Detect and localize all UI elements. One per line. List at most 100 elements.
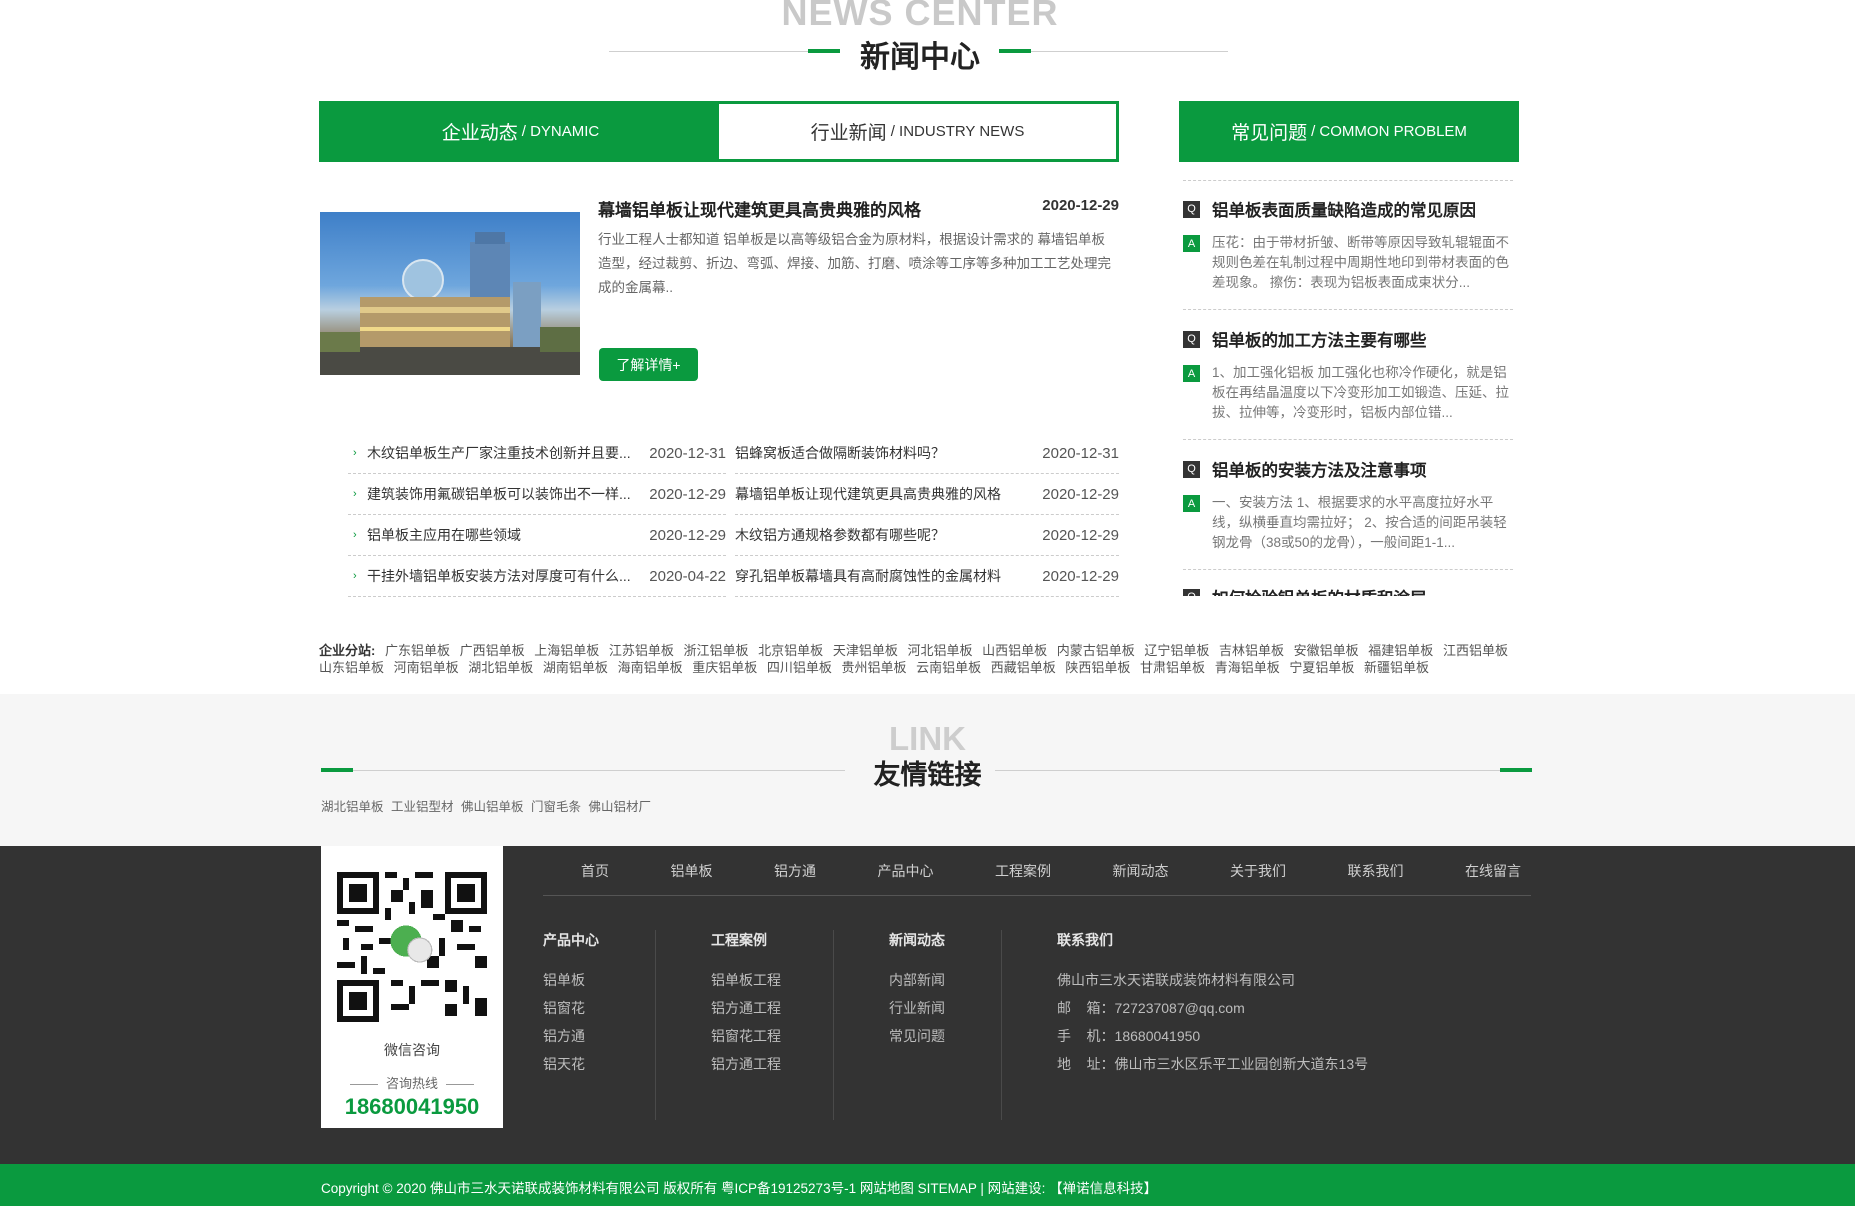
branch-link[interactable]: 河南铝单板: [394, 660, 459, 675]
list-item-date: 2020-12-29: [649, 485, 726, 503]
list-item[interactable]: 木纹铝方通规格参数都有哪些呢？ 2020-12-29: [735, 515, 1119, 556]
branch-link[interactable]: 西藏铝单板: [991, 660, 1056, 675]
footer-link[interactable]: 铝单板: [543, 966, 599, 994]
branch-link[interactable]: 贵州铝单板: [841, 660, 906, 675]
footer-nav-item[interactable]: 产品中心: [878, 861, 934, 881]
faq-answer: 压花：由于带材折皱、断带等原因导致轧辊辊面不规则色差在轧制过程中周期性地印到带材…: [1212, 235, 1509, 290]
branch-link[interactable]: 重庆铝单板: [692, 660, 757, 675]
branch-link[interactable]: 河北铝单板: [907, 643, 972, 658]
footer-link[interactable]: 铝窗花工程: [711, 1022, 781, 1050]
faq-question: 铝单板表面质量缺陷造成的常见原因: [1212, 202, 1476, 220]
footer-col-title[interactable]: 联系我们: [1057, 930, 1368, 950]
footer-col-title[interactable]: 产品中心: [543, 930, 599, 950]
faq-item[interactable]: Q 如何检验铝单板的材质和涂层: [1183, 586, 1513, 596]
arrow-icon: ›: [353, 447, 357, 459]
branch-link[interactable]: 山东铝单板: [319, 660, 384, 675]
tab-label: 企业动态: [441, 123, 518, 144]
question-icon: Q: [1183, 588, 1200, 596]
branch-link[interactable]: 云南铝单板: [916, 660, 981, 675]
branch-link[interactable]: 江西铝单板: [1443, 643, 1508, 658]
branch-link[interactable]: 内蒙古铝单板: [1057, 643, 1135, 658]
branch-link[interactable]: 山西铝单板: [982, 643, 1047, 658]
branch-link[interactable]: 北京铝单板: [758, 643, 823, 658]
tab-label: 行业新闻: [810, 123, 887, 144]
friend-link[interactable]: 佛山铝单板: [461, 800, 524, 814]
footer-nav-item[interactable]: 铝方通: [774, 861, 816, 881]
list-item[interactable]: › 木纹铝单板生产厂家注重技术创新并且要... 2020-12-31: [348, 433, 726, 474]
list-item[interactable]: › 干挂外墙铝单板安装方法对厚度可有什么... 2020-04-22: [348, 556, 726, 597]
branch-link[interactable]: 海南铝单板: [618, 660, 683, 675]
faq-item[interactable]: Q 铝单板的加工方法主要有哪些 A 1、加工强化铝板 加工强化也称冷作硬化，就是铝板…: [1183, 326, 1513, 423]
branch-link[interactable]: 广东铝单板: [385, 643, 450, 658]
hotline-number[interactable]: 18680041950: [321, 1094, 503, 1120]
divider-accent: [1500, 768, 1532, 772]
copyright-text: Copyright © 2020 佛山市三水天诺联成装饰材料有限公司 版权所有 …: [321, 1181, 1158, 1196]
list-item-date: 2020-12-29: [1042, 485, 1119, 503]
page: NEWS CENTER 新闻中心 企业动态 / DYNAMIC 行业新闻 / I…: [0, 0, 1855, 1206]
list-item[interactable]: 穿孔铝单板幕墙具有高耐腐蚀性的金属材料 2020-12-29: [735, 556, 1119, 597]
footer-link[interactable]: 铝单板工程: [711, 966, 781, 994]
branch-link[interactable]: 广西铝单板: [460, 643, 525, 658]
friend-link[interactable]: 湖北铝单板: [321, 800, 384, 814]
list-item[interactable]: 幕墙铝单板让现代建筑更具高贵典雅的风格 2020-12-29: [735, 474, 1119, 515]
tab-industry-news[interactable]: 行业新闻 / INDUSTRY NEWS: [719, 104, 1116, 159]
faq-item[interactable]: Q 铝单板的安装方法及注意事项 A 一、安装方法 1、根据要求的水平高度拉好水平线，…: [1183, 456, 1513, 553]
footer-nav-item[interactable]: 关于我们: [1230, 861, 1286, 881]
friend-link[interactable]: 佛山铝材厂: [589, 800, 652, 814]
list-item-date: 2020-12-31: [649, 444, 726, 462]
footer-link[interactable]: 铝天花: [543, 1050, 599, 1078]
read-more-button[interactable]: 了解详情+: [599, 348, 698, 381]
branch-link[interactable]: 四川铝单板: [767, 660, 832, 675]
footer-col-title[interactable]: 工程案例: [711, 930, 781, 950]
faq-answer: 1、加工强化铝板 加工强化也称冷作硬化，就是铝板在再结晶温度以下冷变形加工如锻造…: [1212, 365, 1509, 420]
tab-dynamic[interactable]: 企业动态 / DYNAMIC: [322, 104, 719, 159]
footer-link[interactable]: 铝方通: [543, 1022, 599, 1050]
footer-nav-item[interactable]: 新闻动态: [1113, 861, 1169, 881]
branch-link[interactable]: 福建铝单板: [1368, 643, 1433, 658]
divider: [655, 930, 656, 1120]
footer-link[interactable]: 行业新闻: [889, 994, 945, 1022]
branch-link[interactable]: 湖南铝单板: [543, 660, 608, 675]
divider: [1031, 51, 1228, 52]
faq-question: 铝单板的加工方法主要有哪些: [1212, 332, 1427, 350]
branch-link[interactable]: 上海铝单板: [534, 643, 599, 658]
footer-link[interactable]: 常见问题: [889, 1022, 945, 1050]
footer-link[interactable]: 铝方通工程: [711, 994, 781, 1022]
divider-accent: [321, 768, 353, 772]
footer-nav-item[interactable]: 工程案例: [995, 861, 1051, 881]
branch-link[interactable]: 甘肃铝单板: [1140, 660, 1205, 675]
branch-link[interactable]: 江苏铝单板: [609, 643, 674, 658]
branch-link[interactable]: 青海铝单板: [1215, 660, 1280, 675]
branch-link[interactable]: 浙江铝单板: [684, 643, 749, 658]
footer-link[interactable]: 铝窗花: [543, 994, 599, 1022]
featured-image[interactable]: [320, 212, 580, 375]
arrow-icon: ›: [353, 570, 357, 582]
branch-link[interactable]: 新疆铝单板: [1364, 660, 1429, 675]
branch-link[interactable]: 陕西铝单板: [1065, 660, 1130, 675]
faq-item[interactable]: Q 铝单板表面质量缺陷造成的常见原因 A 压花：由于带材折皱、断带等原因导致轧辊辊面…: [1183, 196, 1513, 293]
footer-nav-item[interactable]: 首页: [581, 861, 609, 881]
faq-answer: 一、安装方法 1、根据要求的水平高度拉好水平线，纵横垂直均需拉好； 2、按合适的…: [1212, 495, 1507, 550]
footer-link[interactable]: 内部新闻: [889, 966, 945, 994]
list-item[interactable]: 铝蜂窝板适合做隔断装饰材料吗？ 2020-12-31: [735, 433, 1119, 474]
list-item-title: 铝蜂窝板适合做隔断装饰材料吗？: [735, 445, 945, 461]
branch-link[interactable]: 天津铝单板: [833, 643, 898, 658]
branch-link[interactable]: 辽宁铝单板: [1144, 643, 1209, 658]
friend-link[interactable]: 工业铝型材: [391, 800, 454, 814]
footer-nav-item[interactable]: 联系我们: [1348, 861, 1404, 881]
faq-header[interactable]: 常见问题 / COMMON PROBLEM: [1179, 101, 1519, 162]
friend-link[interactable]: 门窗毛条: [531, 800, 581, 814]
divider: [833, 930, 834, 1120]
branch-link[interactable]: 湖北铝单板: [468, 660, 533, 675]
branch-link[interactable]: 吉林铝单板: [1219, 643, 1284, 658]
list-item[interactable]: › 铝单板主应用在哪些领域 2020-12-29: [348, 515, 726, 556]
list-item[interactable]: › 建筑装饰用氟碳铝单板可以装饰出不一样... 2020-12-29: [348, 474, 726, 515]
featured-title[interactable]: 幕墙铝单板让现代建筑更具高贵典雅的风格: [598, 196, 1018, 221]
branch-link[interactable]: 宁夏铝单板: [1289, 660, 1354, 675]
footer-col-title[interactable]: 新闻动态: [889, 930, 945, 950]
divider: [995, 770, 1501, 771]
branch-link[interactable]: 安徽铝单板: [1294, 643, 1359, 658]
footer-nav-item[interactable]: 在线留言: [1465, 861, 1521, 881]
footer-link[interactable]: 铝方通工程: [711, 1050, 781, 1078]
footer-nav-item[interactable]: 铝单板: [671, 861, 713, 881]
